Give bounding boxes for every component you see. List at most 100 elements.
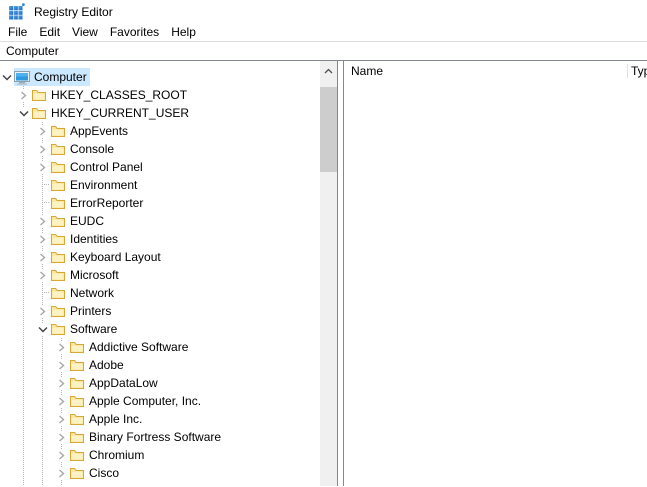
tree-item-content[interactable]: Chromium (69, 446, 147, 464)
menu-edit[interactable]: Edit (33, 24, 66, 41)
main-split: Computer HKEY_CLASSES_ROOT HKEY_CURRENT_US… (0, 60, 647, 486)
registry-app-icon (8, 3, 25, 20)
tree-item-hkey-classes-root[interactable]: HKEY_CLASSES_ROOT (0, 86, 320, 104)
chevron-right-icon[interactable] (55, 341, 68, 353)
tree-item-content[interactable]: HKEY_CURRENT_USER (31, 104, 192, 122)
tree-item-chromium[interactable]: Chromium (0, 446, 320, 464)
chevron-right-icon[interactable] (55, 449, 68, 461)
tree-item-content[interactable]: Microsoft (50, 266, 122, 284)
chevron-right-icon[interactable] (55, 431, 68, 443)
tree-item-addictive-software[interactable]: Addictive Software (0, 338, 320, 356)
tree-item-computer[interactable]: Computer (0, 68, 320, 86)
tree-item-label: Adobe (89, 358, 124, 372)
chevron-up-icon (324, 63, 333, 77)
folder-icon (69, 483, 85, 486)
tree-item-binary-fortress-software[interactable]: Binary Fortress Software (0, 428, 320, 446)
tree-item-console[interactable]: Console (0, 140, 320, 158)
tree-item-content[interactable]: Printers (50, 302, 114, 320)
tree-item-printers[interactable]: Printers (0, 302, 320, 320)
address-input[interactable] (0, 43, 647, 59)
tree-item-microsoft[interactable]: Microsoft (0, 266, 320, 284)
chevron-right-icon[interactable] (36, 161, 49, 173)
tree-item-keyboard-layout[interactable]: Keyboard Layout (0, 248, 320, 266)
folder-icon (31, 87, 47, 103)
tree-item-environment[interactable]: Environment (0, 176, 320, 194)
tree-item-software[interactable]: Software (0, 320, 320, 338)
chevron-right-icon[interactable] (55, 377, 68, 389)
tree-item-content[interactable] (69, 482, 92, 486)
tree-item-content[interactable]: Console (50, 140, 117, 158)
tree-item-identities[interactable]: Identities (0, 230, 320, 248)
menu-help[interactable]: Help (165, 24, 202, 41)
scrollbar-up-button[interactable] (320, 61, 337, 78)
chevron-right-icon[interactable] (36, 233, 49, 245)
tree-item-content[interactable]: AppDataLow (69, 374, 161, 392)
folder-icon (50, 195, 66, 211)
tree-item-content[interactable]: Addictive Software (69, 338, 191, 356)
tree-item-label: Environment (70, 178, 138, 192)
column-header-type[interactable]: Type (631, 61, 647, 81)
tree-item-content[interactable]: Adobe (69, 356, 127, 374)
column-separator[interactable] (627, 64, 628, 78)
chevron-right-icon[interactable] (55, 395, 68, 407)
chevron-right-icon[interactable] (36, 305, 49, 317)
tree-item-network[interactable]: Network (0, 284, 320, 302)
chevron-right-icon[interactable] (36, 251, 49, 263)
tree-item-content[interactable]: Computer (14, 68, 90, 86)
tree-item-content[interactable]: Keyboard Layout (50, 248, 164, 266)
tree-item-content[interactable]: Binary Fortress Software (69, 428, 224, 446)
tree-item-label: AppEvents (70, 124, 129, 138)
folder-icon (50, 249, 66, 265)
tree-item-hkey-current-user[interactable]: HKEY_CURRENT_USER (0, 104, 320, 122)
menu-view[interactable]: View (66, 24, 104, 41)
scrollbar-thumb[interactable] (320, 87, 337, 172)
chevron-right-icon[interactable] (36, 143, 49, 155)
tree-item-appdatalow[interactable]: AppDataLow (0, 374, 320, 392)
tree-item-content[interactable]: ErrorReporter (50, 194, 146, 212)
tree-item-content[interactable]: Software (50, 320, 120, 338)
tree-item-label: Console (70, 142, 115, 156)
tree-item-errorreporter[interactable]: ErrorReporter (0, 194, 320, 212)
folder-icon (69, 447, 85, 463)
tree-item-label: HKEY_CLASSES_ROOT (51, 88, 188, 102)
address-bar (0, 42, 647, 60)
chevron-right-icon[interactable] (17, 89, 30, 101)
tree-item-control-panel[interactable]: Control Panel (0, 158, 320, 176)
chevron-down-icon[interactable] (36, 323, 49, 335)
tree-item-content[interactable]: Control Panel (50, 158, 146, 176)
chevron-down-icon[interactable] (0, 71, 13, 83)
folder-icon (69, 357, 85, 373)
tree-item-adobe[interactable]: Adobe (0, 356, 320, 374)
chevron-right-icon[interactable] (36, 125, 49, 137)
chevron-right-icon[interactable] (55, 467, 68, 479)
tree-item-eudc[interactable]: EUDC (0, 212, 320, 230)
tree-item-content[interactable]: Cisco (69, 464, 122, 482)
menu-file[interactable]: File (2, 24, 33, 41)
tree-item-content[interactable]: Apple Computer, Inc. (69, 392, 204, 410)
chevron-right-icon[interactable] (55, 413, 68, 425)
menu-favorites[interactable]: Favorites (104, 24, 165, 41)
tree-scrollbar[interactable] (320, 61, 337, 486)
chevron-right-icon[interactable] (36, 269, 49, 281)
column-header-name[interactable]: Name (344, 61, 627, 81)
tree-item-apple-inc[interactable]: Apple Inc. (0, 410, 320, 428)
tree-item-label: Keyboard Layout (70, 250, 161, 264)
tree-item-content[interactable]: EUDC (50, 212, 107, 230)
tree-item-label: Network (70, 286, 115, 300)
tree-item-partial[interactable] (0, 482, 320, 486)
tree-item-label: Printers (70, 304, 112, 318)
folder-icon (69, 465, 85, 481)
chevron-down-icon[interactable] (17, 107, 30, 119)
tree-item-content[interactable]: Network (50, 284, 117, 302)
tree-item-content[interactable]: AppEvents (50, 122, 131, 140)
chevron-right-icon[interactable] (36, 215, 49, 227)
tree-item-content[interactable]: Identities (50, 230, 121, 248)
tree-item-appevents[interactable]: AppEvents (0, 122, 320, 140)
tree-item-content[interactable]: Apple Inc. (69, 410, 145, 428)
chevron-right-icon[interactable] (55, 359, 68, 371)
tree-item-content[interactable]: Environment (50, 176, 140, 194)
tree-item-cisco[interactable]: Cisco (0, 464, 320, 482)
tree-item-apple-computer-inc[interactable]: Apple Computer, Inc. (0, 392, 320, 410)
tree-item-content[interactable]: HKEY_CLASSES_ROOT (31, 86, 190, 104)
folder-icon (69, 339, 85, 355)
